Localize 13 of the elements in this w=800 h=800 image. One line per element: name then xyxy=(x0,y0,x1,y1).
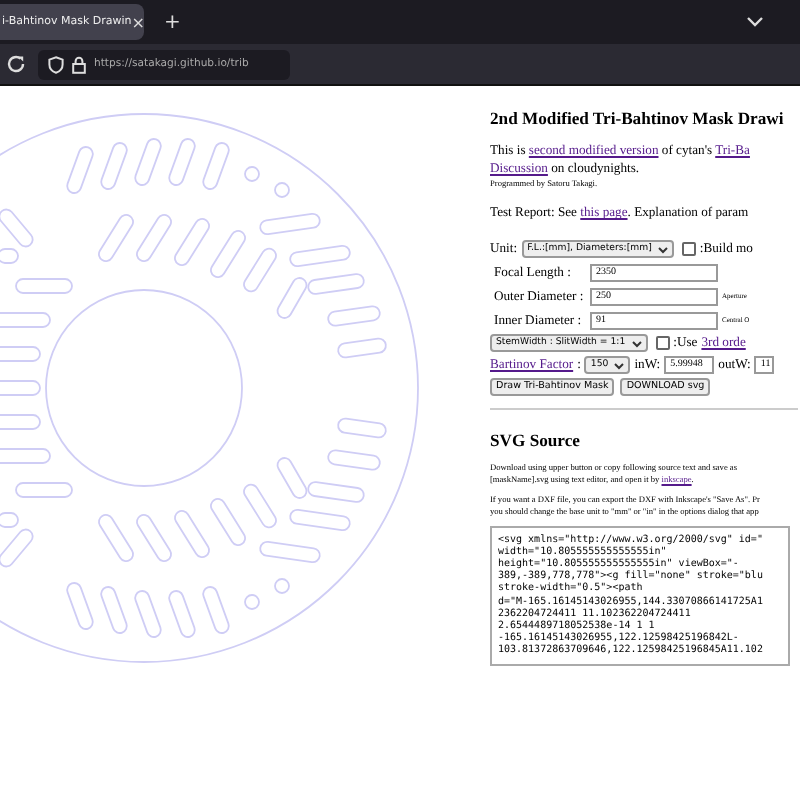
chevron-down-icon[interactable] xyxy=(746,16,764,28)
section-title: SVG Source xyxy=(490,429,582,449)
new-tab-button[interactable]: + xyxy=(164,11,181,33)
caret-icon xyxy=(657,245,668,253)
shield-icon xyxy=(48,55,64,73)
checkbox[interactable] xyxy=(681,242,696,256)
close-icon[interactable]: × xyxy=(131,13,145,31)
reload-icon[interactable] xyxy=(6,54,26,74)
lock-icon xyxy=(72,55,86,73)
caret-icon xyxy=(614,361,625,369)
checkbox[interactable] xyxy=(655,336,670,350)
page-title: 2nd Modified Tri-Bahtinov Mask Drawi xyxy=(490,108,786,128)
caret-icon xyxy=(631,339,642,347)
